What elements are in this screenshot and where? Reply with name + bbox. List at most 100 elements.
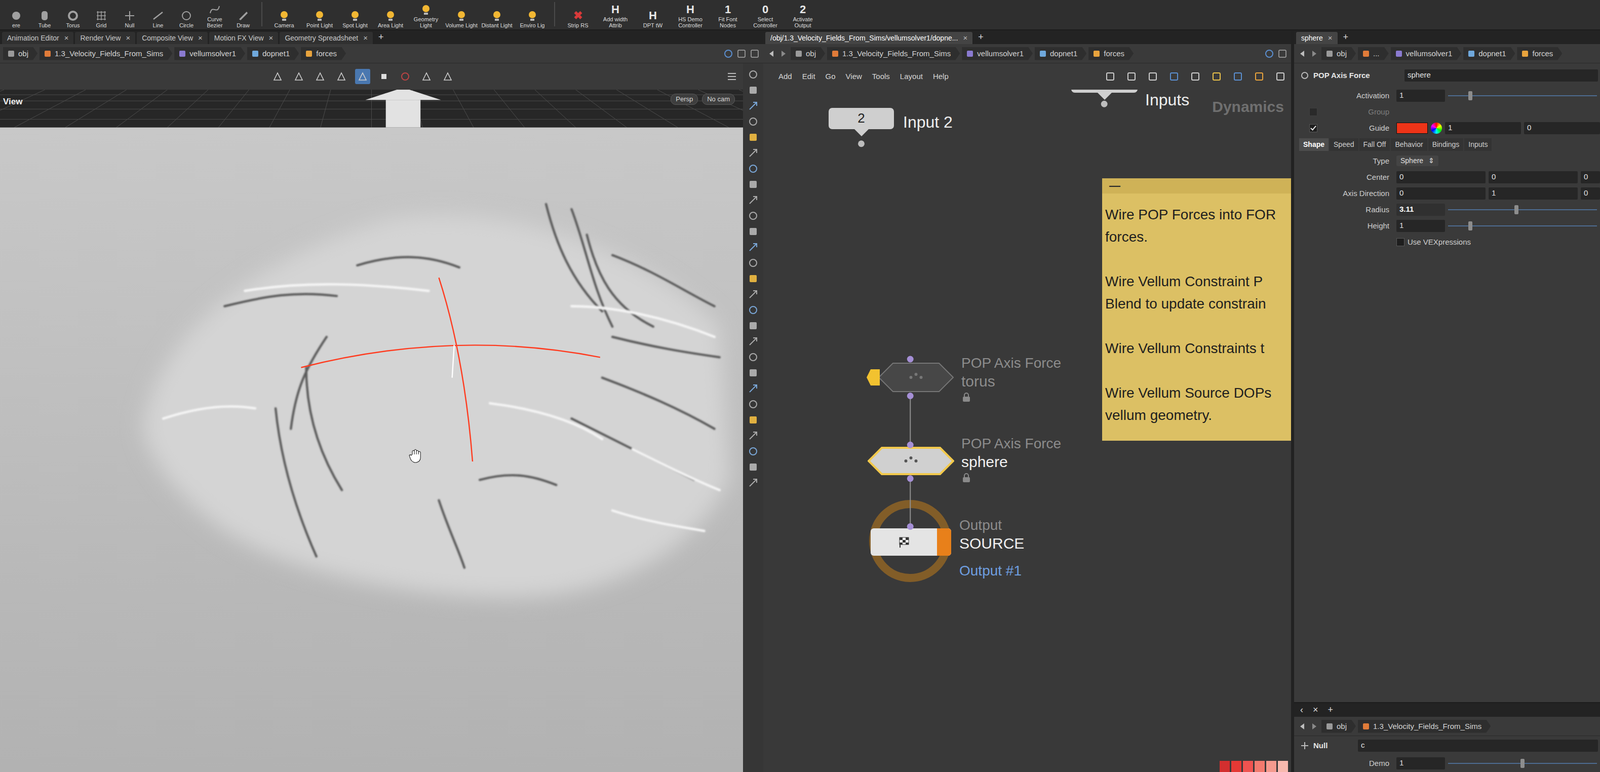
value-field[interactable]: 0 — [1396, 187, 1486, 200]
node-shape[interactable] — [877, 362, 955, 393]
slider-handle[interactable] — [1514, 205, 1519, 215]
previous-tab-button[interactable]: ‹ — [1296, 703, 1308, 717]
network-tool-icon[interactable] — [1274, 70, 1286, 83]
shelf-tool[interactable]: Grid — [87, 0, 116, 29]
output-node-body[interactable] — [870, 528, 952, 556]
input-node[interactable]: 2 — [828, 107, 894, 137]
display-options-icon[interactable] — [725, 70, 738, 83]
shelf-tool[interactable]: Draw — [228, 0, 258, 29]
forward-arrow-icon[interactable] — [778, 48, 789, 59]
viewport-tool-icon[interactable] — [355, 68, 371, 85]
viewport-tool-icon[interactable] — [269, 68, 286, 85]
type-menu[interactable]: Sphere⇕ — [1396, 155, 1439, 167]
value-field[interactable]: 0 — [1580, 187, 1600, 200]
network-tool-icon[interactable] — [1125, 70, 1138, 83]
path-crumb[interactable]: forces — [300, 47, 346, 61]
viewer-tool-icon[interactable] — [747, 178, 760, 191]
network-tool-icon[interactable] — [1253, 70, 1265, 83]
value-field[interactable]: 3.11 — [1396, 203, 1446, 216]
viewer-tool-icon[interactable] — [747, 241, 760, 254]
viewer-tool-icon[interactable] — [747, 319, 760, 332]
path-tool-icon[interactable] — [1263, 48, 1275, 60]
color-wheel-icon[interactable] — [1430, 122, 1442, 134]
viewer-tool-icon[interactable] — [747, 131, 760, 144]
menu-item[interactable]: Layout — [900, 71, 923, 82]
viewer-tab[interactable]: Motion FX View× — [209, 31, 279, 45]
color-swatch[interactable] — [1396, 122, 1428, 134]
projection-menu[interactable]: Persp — [670, 93, 698, 105]
path-crumb[interactable]: obj — [1321, 719, 1356, 733]
tab-close-button[interactable]: × — [1328, 33, 1333, 43]
path-crumb[interactable]: obj — [1321, 47, 1356, 61]
path-crumb[interactable]: dopnet1 — [1463, 47, 1515, 61]
viewer-tool-icon[interactable] — [747, 350, 760, 364]
tab-close-button[interactable]: × — [962, 33, 968, 43]
viewer-tool-icon[interactable] — [747, 445, 760, 458]
viewport-tool-icon[interactable] — [440, 68, 456, 85]
lock-icon[interactable] — [961, 392, 972, 403]
pop-node[interactable] — [867, 446, 955, 476]
network-tool-icon[interactable] — [1189, 70, 1201, 83]
viewer-tool-icon[interactable] — [747, 115, 760, 128]
viewer-tool-icon[interactable] — [747, 429, 760, 442]
tab-close-button[interactable]: × — [64, 33, 69, 43]
network-tool-icon[interactable] — [1211, 70, 1223, 83]
viewer-tool-icon[interactable] — [747, 272, 760, 285]
shelf-tool[interactable]: Enviro Lig — [514, 0, 551, 29]
viewport[interactable]: ViewPerspNo cam — [0, 89, 744, 772]
path-crumb[interactable]: obj — [790, 47, 826, 61]
menu-item[interactable]: View — [845, 71, 863, 82]
value-field[interactable]: 1 — [1445, 122, 1521, 135]
add-tab-button[interactable]: + — [1339, 30, 1353, 45]
path-crumb[interactable]: ... — [1357, 47, 1389, 61]
path-crumb[interactable]: 1.3_Velocity_Fields_From_Sims — [39, 47, 173, 61]
path-tool-icon[interactable] — [735, 48, 748, 60]
value-field[interactable]: 0 — [1488, 171, 1578, 184]
tab-close-button[interactable]: × — [198, 33, 203, 43]
shelf-tool[interactable]: ere — [2, 0, 31, 29]
viewport-tool-icon[interactable] — [418, 68, 435, 85]
shelf-tool[interactable]: 0Select Controller — [746, 0, 785, 29]
path-crumb[interactable]: 1.3_Velocity_Fields_From_Sims — [827, 47, 960, 61]
palette-swatch[interactable] — [1266, 760, 1277, 772]
parameter-checkbox[interactable] — [1396, 238, 1405, 247]
shelf-tool[interactable]: 1Fit Font Nodes — [709, 0, 747, 29]
shelf-tool[interactable]: Distant Light — [479, 0, 515, 29]
add-tab-button[interactable]: + — [374, 30, 388, 45]
shelf-tool[interactable]: Tube — [30, 0, 59, 29]
slider-handle[interactable] — [1468, 221, 1473, 231]
sticky-note-header[interactable]: — — [1102, 178, 1292, 194]
shelf-tool[interactable]: Geometry Light — [408, 0, 444, 29]
viewport-tool-icon[interactable] — [291, 68, 307, 85]
path-crumb[interactable]: forces — [1516, 47, 1563, 61]
viewer-tool-icon[interactable] — [747, 193, 760, 207]
shelf-tool[interactable]: Torus — [58, 0, 88, 29]
path-crumb[interactable]: vellumsolver1 — [961, 47, 1033, 61]
viewer-tool-icon[interactable] — [747, 398, 760, 411]
shelf-tool[interactable]: HAdd width Attrib — [596, 0, 635, 29]
parameter-tab[interactable]: Shape — [1299, 138, 1329, 151]
back-arrow-icon[interactable] — [1297, 48, 1308, 59]
back-arrow-icon[interactable] — [766, 48, 777, 59]
viewer-tab[interactable]: Geometry Spreadsheet× — [279, 31, 373, 45]
path-crumb[interactable]: vellumsolver1 — [174, 47, 246, 61]
palette-swatch[interactable] — [1242, 760, 1254, 772]
output-node[interactable] — [870, 528, 952, 556]
path-tool-icon[interactable] — [749, 48, 761, 60]
network-tool-icon[interactable] — [1104, 70, 1116, 83]
slider-handle[interactable] — [1468, 91, 1473, 101]
network-tab[interactable]: /obj/1.3_Velocity_Fields_From_Sims/vellu… — [765, 31, 973, 45]
viewport-tool-icon[interactable] — [397, 68, 413, 85]
value-field[interactable]: 1 — [1396, 219, 1446, 232]
viewer-tool-icon[interactable] — [747, 256, 760, 269]
tab-close-button[interactable]: × — [125, 33, 131, 43]
shelf-tool[interactable]: Area Light — [372, 0, 409, 29]
path-crumb[interactable]: dopnet1 — [1034, 47, 1087, 61]
viewer-tool-icon[interactable] — [747, 68, 760, 81]
slider-track[interactable] — [1448, 219, 1597, 232]
path-crumb[interactable]: vellumsolver1 — [1390, 47, 1462, 61]
close-tab-button[interactable]: × — [1308, 703, 1323, 717]
parameter-toggle[interactable] — [1309, 124, 1318, 133]
parameter-tab[interactable]: sphere× — [1296, 31, 1338, 45]
viewport-tool-icon[interactable] — [312, 68, 328, 85]
